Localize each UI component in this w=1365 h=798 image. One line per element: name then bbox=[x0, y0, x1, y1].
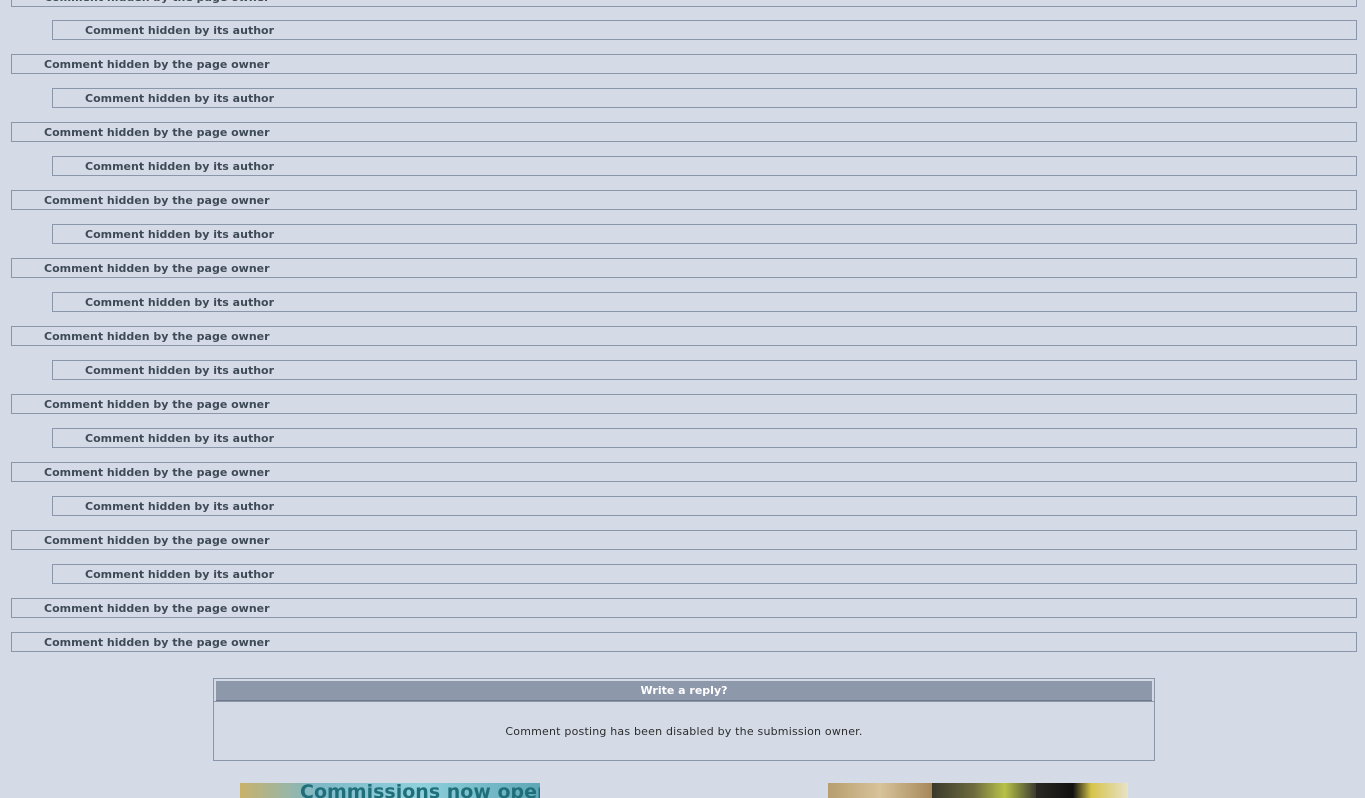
reply-box: Write a reply? Comment posting has been … bbox=[213, 678, 1155, 761]
comment-hidden-author: Comment hidden by its author bbox=[52, 360, 1357, 380]
comment-hidden-label: Comment hidden by its author bbox=[85, 296, 275, 309]
comment-hidden-author: Comment hidden by its author bbox=[52, 224, 1357, 244]
reply-disabled-message: Comment posting has been disabled by the… bbox=[505, 725, 863, 738]
comment-hidden-owner: Comment hidden by the page owner bbox=[11, 394, 1357, 414]
comment-hidden-author: Comment hidden by its author bbox=[52, 292, 1357, 312]
comment-hidden-owner: Comment hidden by the page owner bbox=[11, 632, 1357, 652]
reply-header: Write a reply? bbox=[216, 681, 1152, 701]
comment-hidden-label: Comment hidden by the page owner bbox=[44, 466, 270, 479]
comment-hidden-author: Comment hidden by its author bbox=[52, 564, 1357, 584]
comment-hidden-label: Comment hidden by the page owner bbox=[44, 330, 270, 343]
comment-hidden-label: Comment hidden by its author bbox=[85, 228, 275, 241]
comment-hidden-label: Comment hidden by the page owner bbox=[44, 58, 270, 71]
comment-hidden-label: Comment hidden by the page owner bbox=[44, 262, 270, 275]
banner-image-2 bbox=[932, 783, 1036, 798]
comment-hidden-label: Comment hidden by the page owner bbox=[44, 194, 270, 207]
comment-hidden-author: Comment hidden by its author bbox=[52, 156, 1357, 176]
commissions-banner[interactable]: Commissions now open! bbox=[240, 783, 540, 798]
image-banner[interactable] bbox=[828, 783, 1128, 798]
comment-hidden-author: Comment hidden by its author bbox=[52, 428, 1357, 448]
comment-hidden-label: Comment hidden by the page owner bbox=[44, 602, 270, 615]
comment-hidden-label: Comment hidden by its author bbox=[85, 432, 275, 445]
comment-hidden-label: Comment hidden by its author bbox=[85, 160, 275, 173]
comment-hidden-label: Comment hidden by its author bbox=[85, 500, 275, 513]
page: Comment hidden by the page owner Comment … bbox=[0, 0, 1365, 798]
comment-hidden-label: Comment hidden by the page owner bbox=[44, 534, 270, 547]
comment-hidden-owner: Comment hidden by the page owner bbox=[11, 598, 1357, 618]
comment-hidden-label: Comment hidden by the page owner bbox=[44, 636, 270, 649]
comment-hidden-label: Comment hidden by the page owner bbox=[44, 0, 270, 4]
comment-hidden-author: Comment hidden by its author bbox=[52, 496, 1357, 516]
comment-hidden-owner: Comment hidden by the page owner bbox=[11, 326, 1357, 346]
comment-hidden-owner: Comment hidden by the page owner bbox=[11, 122, 1357, 142]
banner-image-1 bbox=[828, 783, 932, 798]
comment-hidden-owner: Comment hidden by the page owner bbox=[11, 190, 1357, 210]
comment-hidden-owner: Comment hidden by the page owner bbox=[11, 0, 1357, 7]
comment-hidden-label: Comment hidden by its author bbox=[85, 364, 275, 377]
comment-hidden-owner: Comment hidden by the page owner bbox=[11, 54, 1357, 74]
banner-image-3 bbox=[1036, 783, 1128, 798]
commissions-banner-text: Commissions now open! bbox=[300, 783, 540, 798]
comment-hidden-owner: Comment hidden by the page owner bbox=[11, 258, 1357, 278]
comment-hidden-owner: Comment hidden by the page owner bbox=[11, 462, 1357, 482]
comment-hidden-owner: Comment hidden by the page owner bbox=[11, 530, 1357, 550]
comment-hidden-author: Comment hidden by its author bbox=[52, 88, 1357, 108]
divider bbox=[214, 701, 1154, 702]
comment-hidden-label: Comment hidden by the page owner bbox=[44, 126, 270, 139]
comment-hidden-author: Comment hidden by its author bbox=[52, 20, 1357, 40]
comment-hidden-label: Comment hidden by its author bbox=[85, 24, 275, 37]
comment-hidden-label: Comment hidden by its author bbox=[85, 92, 275, 105]
comment-hidden-label: Comment hidden by the page owner bbox=[44, 398, 270, 411]
comment-hidden-label: Comment hidden by its author bbox=[85, 568, 275, 581]
